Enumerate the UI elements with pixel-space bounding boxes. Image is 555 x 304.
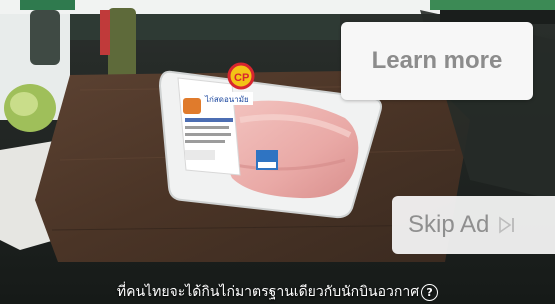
skip-ad-button[interactable]: Skip Ad [392,196,555,254]
skip-next-icon [499,216,515,234]
learn-more-button[interactable]: Learn more [341,22,533,100]
product-name: ไก่สดอนามัย [204,95,249,104]
caption: ที่คนไทยจะได้กินไก่มาตรฐานเดียวกับนักบิน… [0,281,555,301]
brand-logo-text: CP [234,72,249,84]
question-circle-icon[interactable]: ? [421,283,439,301]
skip-ad-label: Skip Ad [408,211,490,238]
bottle [30,10,60,65]
bottle [108,8,136,80]
caption-text: ที่คนไทยจะได้กินไก่มาตรฐานเดียวกับนักบิน… [116,284,420,300]
video-player[interactable]: CP ไก่สดอนามัย Learn more Skip Ad ที่คนไ… [0,0,555,304]
